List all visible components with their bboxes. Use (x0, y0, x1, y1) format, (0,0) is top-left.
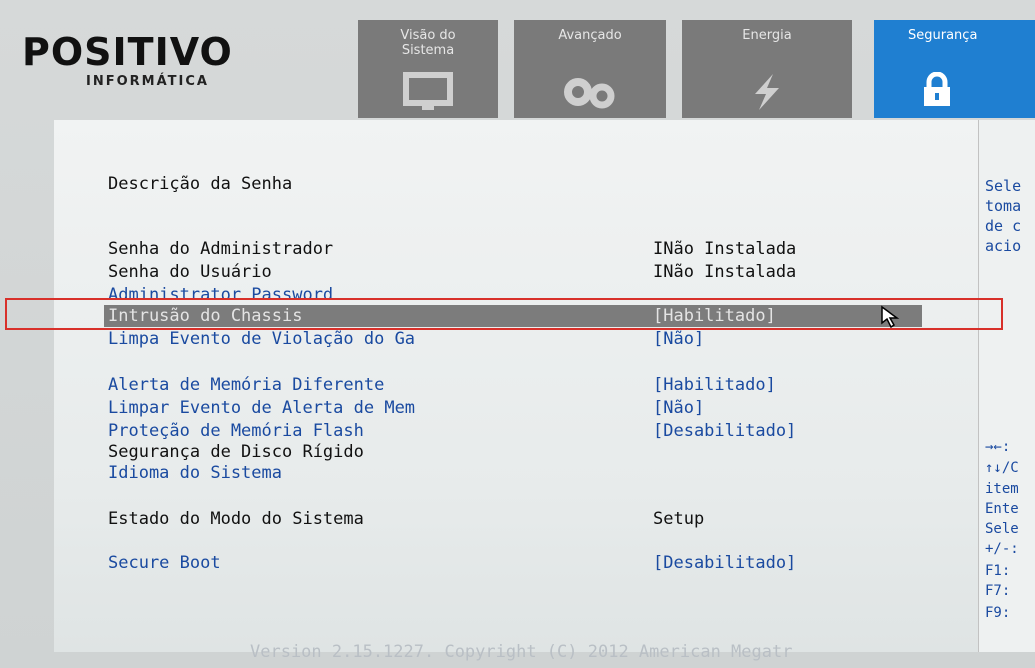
row-label-system-mode: Estado do Modo do Sistema (108, 509, 364, 529)
help-key-line: +/-: (985, 541, 1019, 557)
help-text-line: toma (985, 197, 1022, 215)
row-value-admin-password: INão Instalada (653, 239, 797, 259)
row-value-flash-protection: [Desabilitado] (653, 421, 797, 441)
row-value-clear-tamper-event: [Não] (653, 329, 705, 349)
help-text-line: Sele (985, 177, 1022, 195)
row-value-system-mode: Setup (653, 509, 705, 529)
tab-label: Segurança (908, 28, 978, 43)
menu-item-system-language[interactable]: Idioma do Sistema (108, 462, 282, 484)
logo-subtitle: INFORMÁTICA (86, 74, 209, 89)
row-value-memory-alert: [Habilitado] (653, 375, 776, 395)
row-value-secure-boot: [Desabilitado] (653, 553, 797, 573)
menu-item-clear-memory-alert[interactable]: Limpar Evento de Alerta de Mem (108, 397, 415, 419)
help-text-line: de c (985, 217, 1022, 235)
help-key-line: Ente (985, 501, 1019, 517)
menu-item-memory-alert[interactable]: Alerta de Memória Diferente (108, 374, 384, 396)
menu-item-clear-tamper-event[interactable]: Limpa Evento de Violação do Ga (108, 328, 415, 350)
gears-icon (514, 72, 666, 119)
monitor-icon (358, 72, 498, 119)
positivo-logo: POSITIVO INFORMÁTICA (22, 30, 302, 100)
logo-wordmark: POSITIVO (22, 30, 233, 74)
highlight-box (5, 298, 1003, 330)
help-text-line: acio (985, 237, 1022, 255)
footer-version: Version 2.15.1227. Copyright (C) 2012 Am… (250, 642, 793, 662)
tab-label: Energia (742, 28, 792, 43)
tab-seguranca[interactable]: Segurança (874, 20, 1035, 118)
menu-item-secure-boot[interactable]: Secure Boot (108, 552, 221, 574)
help-key-line: item (985, 481, 1019, 497)
bios-screen: POSITIVO INFORMÁTICA Visão do Sistema Av… (0, 0, 1035, 668)
section-title: Descrição da Senha (108, 174, 293, 194)
help-key-line: →←: (985, 439, 1011, 455)
row-value-clear-memory-alert: [Não] (653, 398, 705, 418)
help-key-line: F9: (985, 605, 1011, 621)
tab-energia[interactable]: Energia (682, 20, 852, 118)
row-label-user-password: Senha do Usuário (108, 262, 272, 282)
tab-label: Avançado (558, 28, 622, 43)
row-label-admin-password: Senha do Administrador (108, 239, 334, 259)
tab-visao-do-sistema[interactable]: Visão do Sistema (358, 20, 498, 118)
lightning-icon (682, 72, 852, 119)
row-value-user-password: INão Instalada (653, 262, 797, 282)
row-label-hdd-security: Segurança de Disco Rígido (108, 442, 364, 462)
tab-avancado[interactable]: Avançado (514, 20, 666, 118)
help-key-line: F7: (985, 583, 1011, 599)
help-key-line: Sele (985, 521, 1019, 537)
help-key-line: ↑↓/C (985, 460, 1019, 476)
lock-icon (874, 71, 1035, 115)
menu-item-flash-protection[interactable]: Proteção de Memória Flash (108, 420, 364, 442)
tab-label: Visão do Sistema (400, 28, 456, 58)
help-key-line: F1: (985, 563, 1011, 579)
